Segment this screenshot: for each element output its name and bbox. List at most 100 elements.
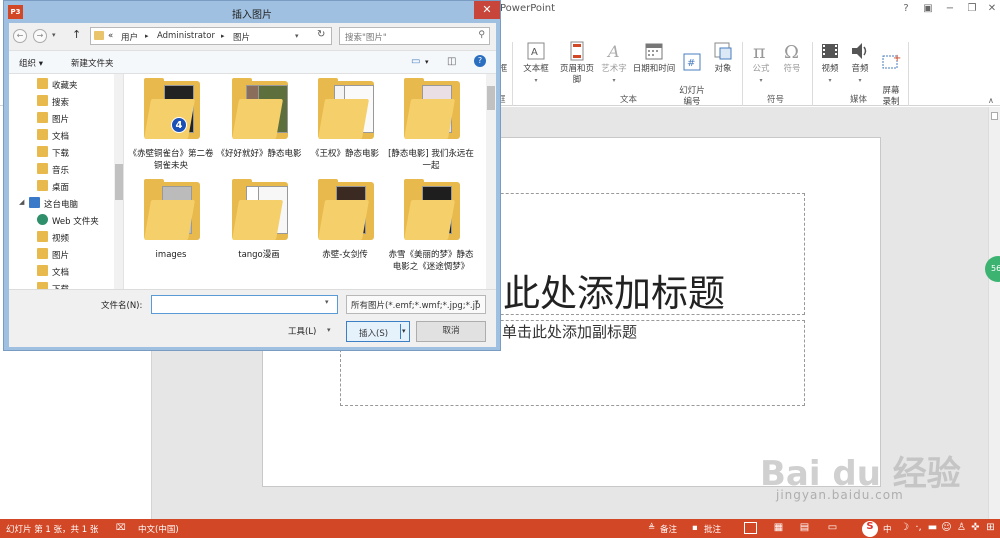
folder-item[interactable]: 赤壁-女剑传 (302, 178, 388, 261)
breadcrumb-separator[interactable]: ▸ (221, 32, 225, 40)
textbox-button[interactable]: A 文本框 ▾ (518, 40, 554, 86)
search-input[interactable]: 搜索"图片" ⚲ (339, 27, 490, 45)
tree-item-downloads[interactable]: 下载 (9, 144, 117, 161)
address-dropdown[interactable]: ▾ (295, 32, 299, 40)
header-footer-button[interactable]: 页眉和页脚 (556, 40, 598, 86)
notes-icon[interactable]: ≜ (648, 523, 655, 533)
tree-item-web-folders[interactable]: Web 文件夹 (9, 212, 117, 229)
view-options-dropdown[interactable]: ▾ (425, 58, 429, 66)
insert-button[interactable]: 插入(S) ▾ (346, 321, 410, 342)
preview-pane-icon[interactable]: ◫ (447, 56, 456, 67)
comments-button[interactable]: 批注 (704, 523, 721, 535)
chevron-down-icon[interactable]: ▾ (325, 298, 329, 306)
tree-item-videos[interactable]: 视频 (9, 229, 117, 246)
comments-icon[interactable]: ▪ (692, 523, 698, 533)
up-level-button[interactable]: ↑ (72, 28, 81, 41)
chevron-down-icon[interactable]: ▾ (402, 327, 406, 335)
title-placeholder-text[interactable]: 此处添加标题 (503, 263, 725, 317)
reading-view-icon[interactable]: ▤ (798, 522, 811, 534)
chevron-down-icon[interactable]: ▾ (475, 298, 479, 306)
normal-view-icon[interactable] (744, 522, 757, 534)
skin-icon[interactable]: ☺ (940, 522, 953, 534)
slide-number-button[interactable]: # 幻灯片 编号 (676, 40, 708, 108)
tree-item-music[interactable]: 音乐 (9, 161, 117, 178)
cancel-button[interactable]: 取消 (416, 321, 486, 342)
keyboard-icon[interactable]: ▬ (926, 522, 939, 534)
collapse-ribbon-icon[interactable]: ∧ (988, 96, 994, 105)
shirt-icon[interactable]: ♙ (955, 522, 968, 534)
ime-mode[interactable]: 中 (883, 523, 892, 535)
tree-item-documents[interactable]: 文档 (9, 127, 117, 144)
help-icon[interactable]: ? (474, 55, 486, 67)
tree-item-pictures[interactable]: 图片 (9, 110, 117, 127)
workspace-scrollbar[interactable] (988, 107, 1000, 519)
object-button[interactable]: 对象 (709, 40, 737, 75)
video-button[interactable]: 视频 ▾ (817, 40, 843, 86)
folder-item[interactable]: [静态电影] 我们永远在一起 (388, 77, 474, 172)
minimize-icon[interactable]: − (942, 2, 958, 16)
breadcrumb-pictures[interactable]: 图片 (233, 31, 250, 43)
scrollbar-thumb[interactable] (991, 112, 998, 120)
address-bar[interactable]: « 用户 ▸ Administrator ▸ 图片 ▾ ↻ (90, 27, 332, 45)
scrollbar-thumb[interactable] (115, 164, 123, 200)
tree-item-downloads-2[interactable]: 下载 (9, 280, 117, 289)
view-options-icon[interactable]: ▭ (411, 56, 420, 67)
forward-button[interactable]: → (33, 29, 47, 43)
spellcheck-icon[interactable]: ⌧ (116, 523, 126, 533)
restore-icon[interactable]: ❐ (964, 2, 980, 16)
breadcrumb-users[interactable]: 用户 (121, 31, 138, 43)
search-placeholder: 搜索"图片" (345, 33, 387, 43)
new-folder-button[interactable]: 新建文件夹 (71, 57, 114, 69)
tools-menu[interactable]: 工具(L) (288, 325, 316, 337)
navigation-scrollbar[interactable] (114, 74, 123, 289)
breadcrumb-overflow[interactable]: « (108, 31, 113, 41)
dialog-titlebar[interactable]: P3 插入图片 ✕ (4, 1, 500, 23)
grid-icon[interactable]: ⊞ (984, 522, 997, 534)
folder-item[interactable]: 《王权》静态电影 (302, 77, 388, 160)
datetime-button[interactable]: 日期和时间 (632, 40, 676, 75)
tree-item-search[interactable]: 搜索 (9, 93, 117, 110)
breadcrumb-administrator[interactable]: Administrator (157, 31, 215, 41)
count-badge: 4 (171, 117, 187, 133)
symbol-button[interactable]: Ω 符号 (779, 40, 805, 75)
sogou-ime-icon[interactable]: S (862, 521, 878, 537)
slideshow-icon[interactable]: ▭ (826, 522, 839, 534)
screen-recording-button[interactable]: + 屏幕 录制 (877, 40, 905, 108)
organize-menu[interactable]: 组织 ▾ (19, 57, 43, 69)
tree-item-favorites[interactable]: 收藏夹 (9, 76, 117, 93)
dialog-close-button[interactable]: ✕ (474, 1, 500, 19)
scrollbar-thumb[interactable] (487, 86, 495, 110)
wordart-button[interactable]: A 艺术字 ▾ (598, 40, 630, 86)
recent-locations-dropdown[interactable]: ▾ (52, 31, 56, 39)
folder-item[interactable]: 4 《赤壁铜雀台》第二卷 铜雀未央 (128, 77, 214, 172)
filetype-select[interactable]: 所有图片(*.emf;*.wmf;*.jpg;*.jp (346, 295, 486, 314)
folder-item[interactable]: 赤雪《美丽的梦》静态电影之《迷途惆梦》 (388, 178, 474, 273)
refresh-icon[interactable]: ↻ (317, 29, 325, 40)
subtitle-placeholder-text[interactable]: 单击此处添加副标题 (502, 321, 637, 342)
folder-item[interactable]: 《好好就好》静态电影 (216, 77, 302, 160)
moon-icon[interactable]: ☽ (898, 522, 911, 534)
help-icon[interactable]: ? (898, 2, 914, 16)
folder-item[interactable]: images (128, 178, 214, 261)
chevron-down-icon[interactable]: ▾ (327, 326, 331, 334)
tree-item-pictures-2[interactable]: 图片 (9, 246, 117, 263)
tree-item-this-pc[interactable]: ◢ 这台电脑 (9, 195, 117, 212)
audio-button[interactable]: 音频 ▾ (847, 40, 873, 86)
close-icon[interactable]: ✕ (984, 2, 1000, 16)
notes-button[interactable]: 备注 (660, 523, 677, 535)
file-list-scrollbar[interactable] (486, 74, 496, 289)
ribbon-display-icon[interactable]: ▣ (920, 2, 936, 16)
tools-icon[interactable]: ✜ (969, 522, 982, 534)
tree-item-documents-2[interactable]: 文档 (9, 263, 117, 280)
punctuation-icon[interactable]: ·, (912, 522, 925, 534)
language-indicator[interactable]: 中文(中国) (138, 523, 179, 535)
back-button[interactable]: ← (13, 29, 27, 43)
filename-input[interactable] (151, 295, 338, 314)
slide-sorter-icon[interactable]: ▦ (772, 522, 785, 534)
tree-item-desktop[interactable]: 桌面 (9, 178, 117, 195)
ribbon-separator (812, 42, 813, 106)
file-name: 《赤壁铜雀台》第二卷 铜雀未央 (128, 149, 214, 171)
equation-button[interactable]: π 公式 ▾ (748, 40, 774, 86)
folder-item[interactable]: tango漫画 (216, 178, 302, 261)
breadcrumb-separator[interactable]: ▸ (145, 32, 149, 40)
